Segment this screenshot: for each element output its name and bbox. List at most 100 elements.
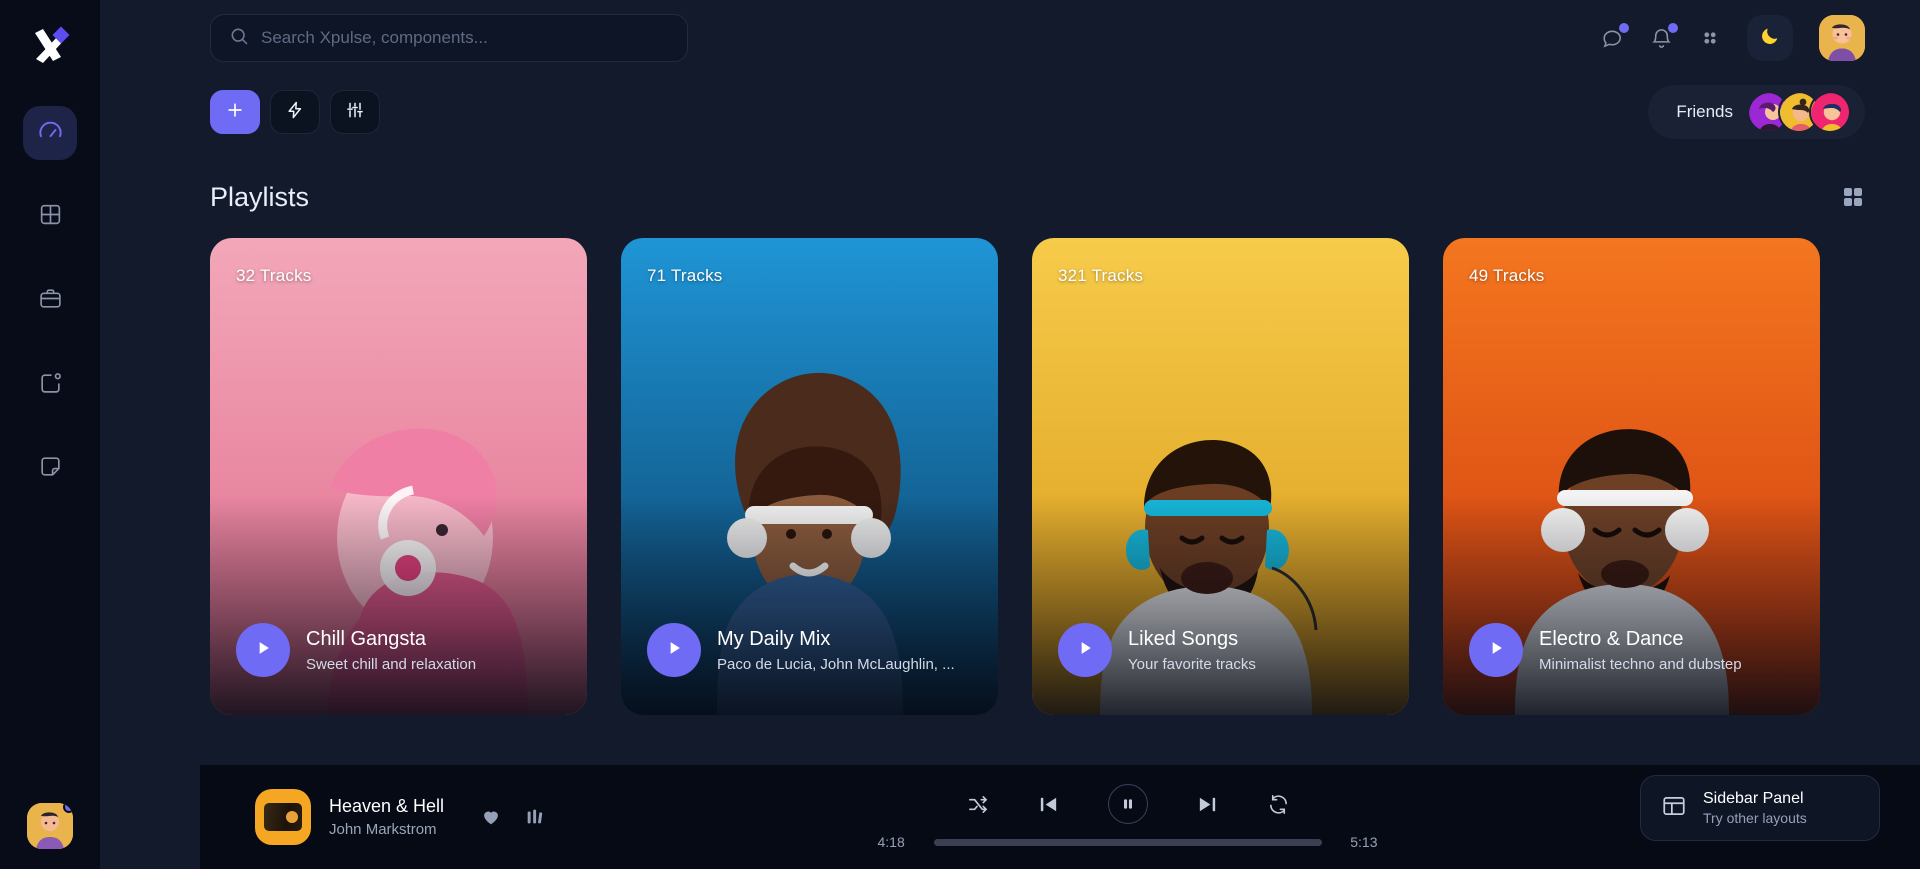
notification-square-icon: [38, 370, 63, 400]
sticky-note-icon: [38, 454, 63, 484]
playlist-card-grid: 32 Tracks Chill Gangsta Sweet chill and …: [210, 238, 1865, 715]
playlist-card[interactable]: 71 Tracks My Daily Mix Paco de Lucia, Jo…: [621, 238, 998, 715]
next-button[interactable]: [1196, 793, 1219, 816]
avatar[interactable]: [27, 803, 73, 849]
playlist-footer: Liked Songs Your favorite tracks: [1058, 623, 1389, 677]
main-area: Friends: [100, 0, 1920, 869]
track-count: 321 Tracks: [1058, 266, 1144, 285]
playlist-subtitle: Minimalist techno and dubstep: [1539, 655, 1742, 673]
elapsed-time: 4:18: [877, 834, 905, 850]
cover-gradient-overlay: [621, 495, 998, 715]
status-dot: [63, 803, 73, 813]
sidebar-item-notes[interactable]: [23, 442, 77, 496]
duration-time: 5:13: [1350, 834, 1378, 850]
friends-widget[interactable]: Friends: [1648, 85, 1865, 139]
now-playing: Heaven & Hell John Markstrom: [255, 789, 675, 845]
playlist-meta: My Daily Mix Paco de Lucia, John McLaugh…: [717, 628, 955, 673]
bell-badge-dot: [1668, 22, 1678, 33]
layout-panel-icon: [1661, 793, 1687, 824]
playlist-subtitle: Sweet chill and relaxation: [306, 655, 477, 673]
playlist-name: Liked Songs: [1128, 627, 1239, 650]
sidebar-item-projects[interactable]: [23, 274, 77, 328]
dashboard-gauge-icon: [37, 117, 64, 149]
play-button[interactable]: [236, 623, 290, 677]
play-icon: [664, 638, 684, 663]
section-header: Playlists: [210, 168, 1865, 226]
sidebar-panel-card[interactable]: Sidebar Panel Try other layouts: [1640, 775, 1880, 841]
progress-area: 4:18 5:13: [878, 834, 1378, 850]
track-actions: [480, 806, 546, 828]
playlist-card[interactable]: 321 Tracks Liked Songs Your favorite tra…: [1032, 238, 1409, 715]
track-count: 49 Tracks: [1469, 266, 1545, 285]
content-area: Playlists 32 Tracks Chill Gangsta Sweet …: [100, 148, 1920, 869]
friend-avatar-3[interactable]: [1809, 91, 1851, 133]
xpulse-logo-icon: [27, 23, 73, 69]
sidebar-item-apps[interactable]: [23, 190, 77, 244]
briefcase-icon: [38, 286, 63, 316]
friends-avatar-stack: [1747, 91, 1851, 133]
cover-gradient-overlay: [1443, 495, 1820, 715]
pause-icon: [1120, 796, 1136, 812]
rail-footer: [0, 803, 100, 849]
playlist-meta: Chill Gangsta Sweet chill and relaxation: [306, 628, 476, 673]
playlist-name: Electro & Dance: [1539, 627, 1684, 650]
playlist-card[interactable]: 32 Tracks Chill Gangsta Sweet chill and …: [210, 238, 587, 715]
chat-badge-dot: [1619, 22, 1629, 33]
equalizer-icon[interactable]: [524, 806, 546, 828]
sidebar-panel-subtitle: Try other layouts: [1703, 810, 1807, 826]
progress-bar[interactable]: [933, 838, 1322, 846]
top-bar: [100, 0, 1920, 76]
play-icon: [1486, 638, 1506, 663]
play-icon: [253, 638, 273, 663]
repeat-button[interactable]: [1267, 793, 1290, 816]
playlist-name: My Daily Mix: [717, 627, 831, 650]
grid-view-icon[interactable]: [1841, 185, 1865, 209]
sidebar-item-alerts[interactable]: [23, 358, 77, 412]
search-box[interactable]: [210, 14, 688, 62]
sidebar-item-dashboard[interactable]: [23, 106, 77, 160]
action-toolbar: Friends: [100, 76, 1920, 148]
sliders-icon: [345, 100, 365, 125]
now-playing-text: Heaven & Hell John Markstrom: [329, 796, 444, 838]
play-button[interactable]: [1058, 623, 1112, 677]
app-logo[interactable]: [0, 8, 100, 84]
album-cover[interactable]: [255, 789, 311, 845]
play-pause-button[interactable]: [1107, 784, 1148, 824]
play-button[interactable]: [647, 623, 701, 677]
track-title: Heaven & Hell: [329, 796, 445, 816]
playlist-subtitle: Paco de Lucia, John McLaughlin, ...: [717, 655, 955, 673]
apps-dots-icon[interactable]: [1699, 27, 1721, 49]
track-count: 71 Tracks: [647, 266, 723, 285]
album-art-thumb: [264, 803, 302, 831]
play-icon: [1075, 638, 1095, 663]
previous-button[interactable]: [1037, 793, 1060, 816]
playlist-meta: Electro & Dance Minimalist techno and du…: [1539, 628, 1742, 673]
rail-item-list: [23, 106, 77, 496]
playlist-card[interactable]: 49 Tracks Electro & Dance Minimalist tec…: [1443, 238, 1820, 715]
track-artist: John Markstrom: [329, 821, 437, 838]
theme-toggle-button[interactable]: [1747, 15, 1793, 61]
quick-actions-button[interactable]: [270, 90, 320, 134]
cover-gradient-overlay: [210, 495, 587, 715]
filters-button[interactable]: [330, 90, 380, 134]
bell-icon[interactable]: [1650, 22, 1678, 50]
grid-apps-icon: [38, 202, 63, 232]
shuffle-button[interactable]: [966, 793, 989, 816]
play-button[interactable]: [1469, 623, 1523, 677]
lightning-icon: [285, 100, 305, 125]
search-input[interactable]: [261, 28, 669, 48]
playlist-subtitle: Your favorite tracks: [1128, 655, 1256, 673]
sidebar-panel-text: Sidebar Panel Try other layouts: [1703, 790, 1807, 826]
plus-icon: [225, 100, 245, 125]
heart-icon[interactable]: [480, 806, 502, 828]
add-button[interactable]: [210, 90, 260, 134]
search-icon: [229, 26, 249, 51]
playback-controls: [966, 784, 1290, 824]
playlist-footer: My Daily Mix Paco de Lucia, John McLaugh…: [647, 623, 978, 677]
chat-icon[interactable]: [1601, 22, 1629, 50]
player-center: 4:18 5:13: [675, 784, 1580, 850]
playlist-name: Chill Gangsta: [306, 627, 427, 650]
user-avatar[interactable]: [1819, 15, 1865, 61]
cover-gradient-overlay: [1032, 495, 1409, 715]
page-title: Playlists: [210, 181, 310, 212]
